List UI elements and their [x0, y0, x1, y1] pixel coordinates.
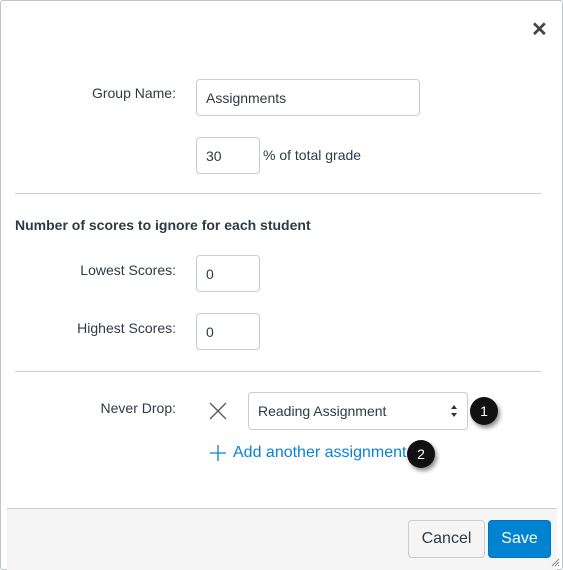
never-drop-select[interactable]: Reading Assignment: [248, 392, 468, 430]
lowest-scores-label: Lowest Scores:: [80, 262, 176, 278]
group-settings-dialog: ✕ Group Name: Assignments 30 % of total …: [0, 0, 563, 570]
percent-input[interactable]: 30: [196, 137, 260, 174]
percent-suffix: % of total grade: [263, 147, 362, 163]
add-assignment-link[interactable]: Add another assignment: [209, 444, 406, 462]
close-icon[interactable]: ✕: [531, 17, 548, 42]
lowest-scores-input[interactable]: 0: [196, 255, 260, 292]
divider: [15, 371, 541, 372]
highest-scores-label: Highest Scores:: [77, 320, 176, 336]
resize-handle-icon[interactable]: [550, 557, 560, 567]
selected-assignment: Reading Assignment: [258, 403, 387, 419]
add-assignment-text: Add another assignment: [233, 444, 407, 461]
highest-scores-input[interactable]: 0: [196, 313, 260, 350]
group-name-label: Group Name:: [91, 85, 176, 101]
plus-icon: [210, 445, 226, 461]
cancel-button[interactable]: Cancel: [408, 520, 485, 558]
select-arrows-icon: [451, 405, 457, 417]
never-drop-label: Never Drop:: [100, 400, 176, 416]
drop-heading: Number of scores to ignore for each stud…: [15, 217, 311, 233]
divider: [15, 193, 541, 194]
save-button[interactable]: Save: [488, 520, 551, 558]
remove-x-icon[interactable]: [209, 402, 227, 420]
group-name-input[interactable]: Assignments: [196, 79, 420, 116]
callout-badge-2: 2: [407, 440, 435, 468]
callout-badge-1: 1: [470, 397, 498, 425]
